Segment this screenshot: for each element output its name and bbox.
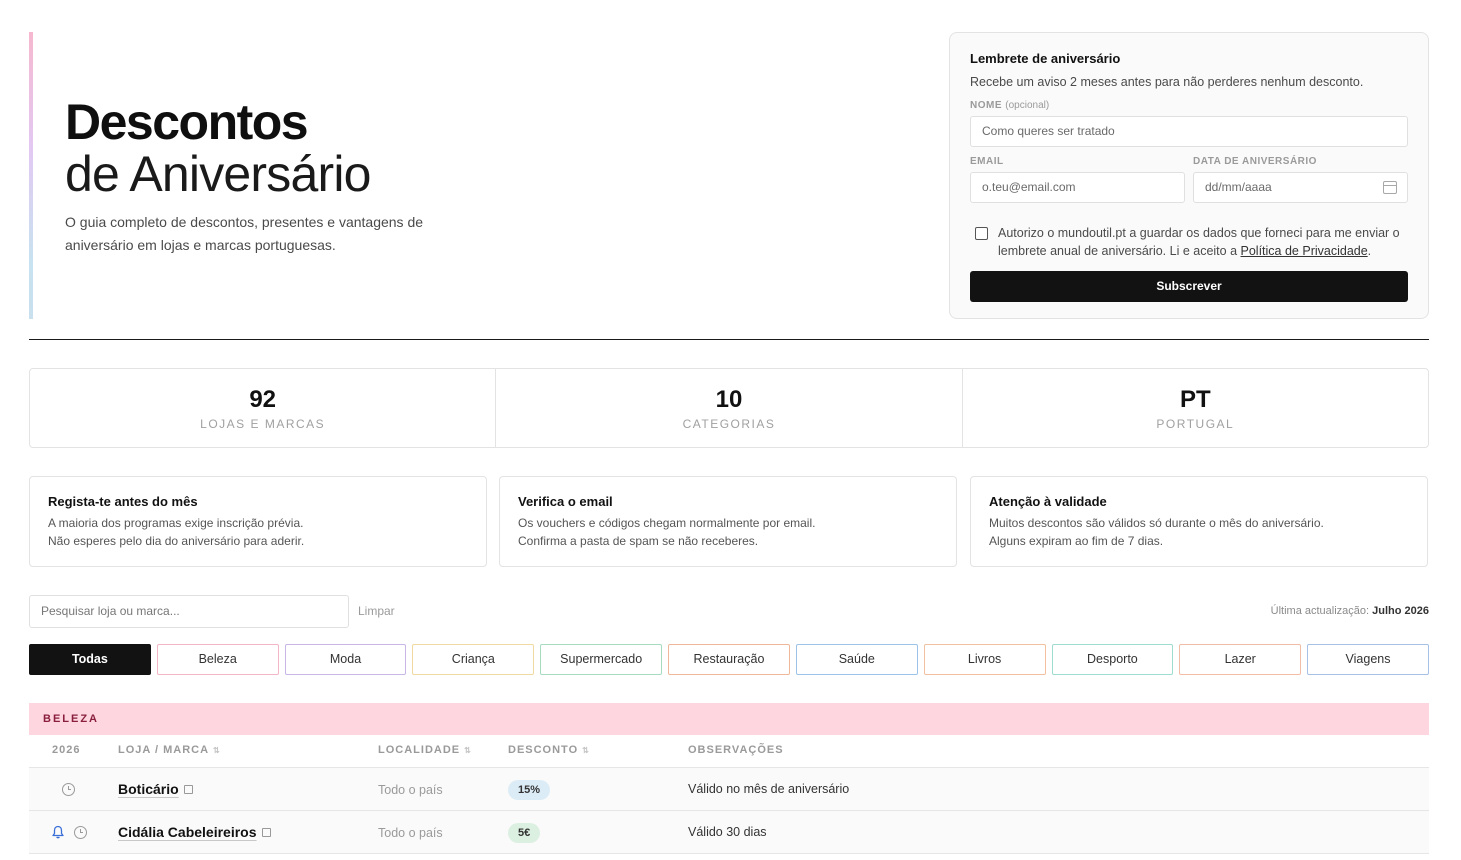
stat-country: PT PORTUGAL (1156, 386, 1235, 432)
notes: Válido no mês de aniversário (688, 782, 850, 796)
consent-text: Autorizo o mundoutil.pt a guardar os dad… (998, 226, 1400, 258)
category-filters: Todas Beleza Moda Criança Supermercado R… (29, 644, 1429, 675)
brand-link[interactable]: Boticário (118, 781, 193, 797)
page-title-secondary: de Aniversário (65, 146, 371, 202)
reminder-title: Lembrete de aniversário (970, 51, 1121, 66)
clock-icon[interactable] (62, 783, 75, 796)
external-link-icon (183, 785, 193, 794)
sort-icon: ⇅ (464, 746, 471, 755)
tip-card-register: Regista-te antes do mês A maioria dos pr… (29, 476, 487, 567)
col-year: 2026 (52, 744, 81, 756)
birthday-label: DATA DE ANIVERSÁRIO (1193, 156, 1317, 167)
birthday-reminder-card: Lembrete de aniversário Recebe um aviso … (949, 32, 1429, 319)
birthday-placeholder: dd/mm/aaaa (1205, 180, 1272, 194)
discount-badge: 15% (508, 780, 551, 800)
subscribe-button[interactable]: Subscrever (970, 271, 1408, 302)
last-updated: Última actualização: Julho 2026 (1270, 605, 1429, 617)
filter-restauracao[interactable]: Restauração (668, 644, 790, 675)
discount-badge: 5€ (508, 823, 541, 843)
filter-beleza[interactable]: Beleza (156, 644, 279, 675)
name-label: NOME (opcional) (970, 100, 1050, 111)
calendar-icon[interactable] (1383, 181, 1397, 194)
filter-crianca[interactable]: Criança (412, 644, 535, 675)
location: Todo o país (378, 783, 443, 797)
notes: Válido 30 dias (688, 825, 767, 839)
privacy-policy-link[interactable]: Política de Privacidade (1241, 244, 1368, 258)
email-label: EMAIL (970, 156, 1004, 167)
filter-moda[interactable]: Moda (284, 644, 407, 675)
filter-lazer[interactable]: Lazer (1179, 644, 1302, 675)
email-field[interactable]: o.teu@email.com (970, 172, 1185, 203)
stat-categories: 10 CATEGORIAS (496, 369, 963, 447)
table-row: Boticário Todo o país 15% Válido no mês … (29, 768, 1429, 811)
filter-desporto[interactable]: Desporto (1051, 644, 1174, 675)
location: Todo o país (378, 826, 443, 840)
tip-card-email: Verifica o email Os vouchers e códigos c… (499, 476, 957, 567)
col-notes: OBSERVAÇÕES (688, 744, 784, 756)
category-header: BELEZA (29, 703, 1429, 735)
stats-bar: 92 LOJAS E MARCAS 10 CATEGORIAS PT PORTU… (29, 368, 1429, 448)
section-divider (29, 339, 1429, 340)
search-input[interactable]: Pesquisar loja ou marca... (29, 595, 349, 628)
tip-card-validity: Atenção à validade Muitos descontos são … (970, 476, 1428, 567)
hero-accent-bar (29, 32, 33, 319)
consent-checkbox[interactable] (975, 227, 988, 240)
sort-icon: ⇅ (582, 746, 589, 755)
filter-viagens[interactable]: Viagens (1307, 644, 1429, 675)
reminder-description: Recebe um aviso 2 meses antes para não p… (970, 75, 1364, 89)
table-row: Cidália Cabeleireiros Todo o país 5€ Vál… (29, 811, 1429, 854)
name-field[interactable]: Como queres ser tratado (970, 116, 1408, 147)
external-link-icon (261, 828, 271, 837)
filter-supermercado[interactable]: Supermercado (540, 644, 663, 675)
birthday-field[interactable]: dd/mm/aaaa (1193, 172, 1408, 203)
brand-link[interactable]: Cidália Cabeleireiros (118, 824, 271, 840)
filter-todas[interactable]: Todas (29, 644, 151, 675)
clear-button[interactable]: Limpar (358, 604, 395, 618)
stat-stores: 92 LOJAS E MARCAS (30, 369, 497, 447)
col-brand[interactable]: LOJA / MARCA ⇅ (118, 744, 220, 756)
filter-livros[interactable]: Livros (923, 644, 1046, 675)
col-location[interactable]: LOCALIDADE ⇅ (378, 744, 471, 756)
col-discount[interactable]: DESCONTO ⇅ (508, 744, 589, 756)
filter-saude[interactable]: Saúde (795, 644, 918, 675)
bell-icon[interactable] (52, 825, 64, 839)
page-title: Descontos (65, 94, 309, 150)
hero: Descontos de Aniversário O guia completo… (29, 32, 909, 319)
clock-icon[interactable] (74, 826, 87, 839)
page-subtitle: O guia completo de descontos, presentes … (65, 214, 424, 253)
sort-icon: ⇅ (213, 746, 220, 755)
